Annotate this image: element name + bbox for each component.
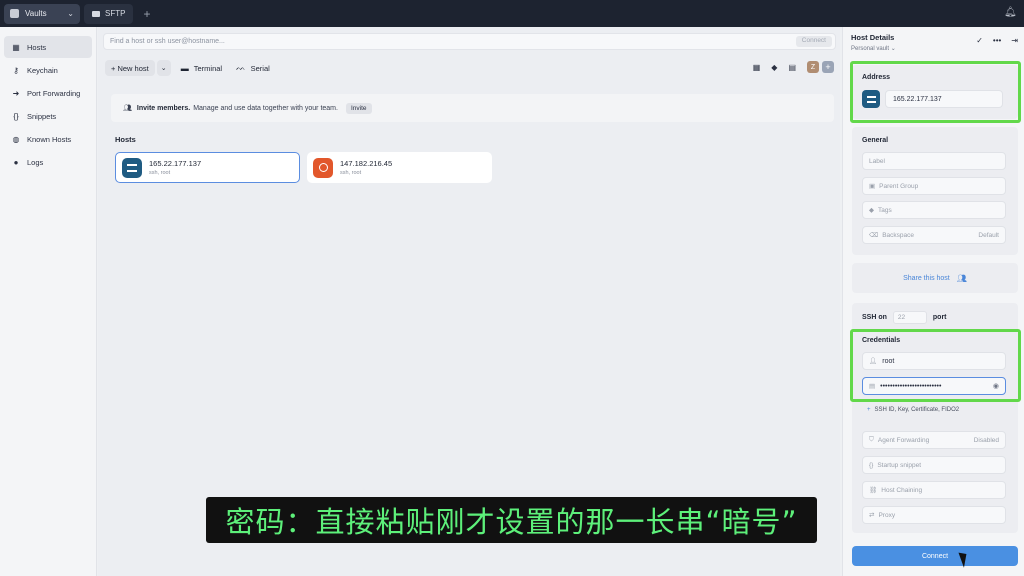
- grid-view-icon[interactable]: ▦: [753, 63, 761, 72]
- sidebar-item-label: Port Forwarding: [27, 88, 81, 98]
- host-details-panel: Host Details Personal vault ⌄ ✓ ••• ⇥ Ad…: [842, 27, 1024, 576]
- port-input[interactable]: 22: [892, 311, 927, 324]
- tab-vaults[interactable]: Vaults ⌄: [4, 3, 80, 24]
- check-icon[interactable]: ✓: [976, 36, 983, 45]
- sidebar-item-label: Logs: [27, 157, 44, 167]
- connect-button[interactable]: Connect: [852, 546, 1018, 566]
- sidebar: ▦ Hosts ⚷ Keychain ➜ Port Forwarding {} …: [0, 27, 97, 576]
- invite-button[interactable]: Invite: [345, 102, 372, 114]
- ssh-id-link[interactable]: + SSH ID, Key, Certificate, FIDO2: [867, 407, 959, 413]
- proxy-icon: ⇄: [869, 512, 875, 519]
- title-bar: Vaults ⌄ SFTP + 🔔︎: [0, 0, 1024, 27]
- shield-icon: ⛉: [869, 436, 874, 443]
- backspace-field[interactable]: ⌫ Backspace Default: [862, 226, 1006, 244]
- grid-icon: ▦: [12, 42, 20, 52]
- host-ip: 165.22.177.137: [149, 159, 202, 168]
- sidebar-item-label: Keychain: [27, 65, 58, 75]
- startup-snippet-field[interactable]: {} Startup snippet: [862, 456, 1006, 474]
- folder-icon: [92, 10, 100, 17]
- main-area: Find a host or ssh user@hostname... Conn…: [98, 27, 840, 576]
- braces-icon: {}: [869, 461, 874, 469]
- braces-icon: {}: [13, 111, 19, 121]
- host-card[interactable]: 147.182.216.45 ssh, root: [307, 152, 492, 183]
- agent-forwarding-field[interactable]: ⛉ Agent Forwarding Disabled: [862, 431, 1006, 449]
- sidebar-item-hosts[interactable]: ▦ Hosts: [4, 36, 92, 58]
- key-icon: ⚷: [13, 65, 19, 75]
- host-subtitle: ssh, root: [149, 170, 171, 176]
- invite-text: Manage and use data together with your t…: [193, 104, 338, 112]
- team-icon: 👥︎: [123, 105, 132, 112]
- proxy-field[interactable]: ⇄ Proxy: [862, 506, 1006, 524]
- panel-title: Host Details: [851, 33, 895, 42]
- invite-title: Invite members.: [136, 104, 191, 112]
- tag-icon[interactable]: ◆: [771, 63, 777, 72]
- vault-selector[interactable]: Personal vault ⌄: [851, 45, 896, 52]
- add-member-icon[interactable]: +: [822, 61, 834, 73]
- highlight-box: [850, 61, 1021, 123]
- globe-icon: ◍: [12, 134, 20, 144]
- sidebar-item-snippets[interactable]: {} Snippets: [4, 105, 92, 127]
- share-users-icon: 👥︎: [956, 273, 967, 283]
- bell-icon[interactable]: 🔔︎: [1004, 7, 1017, 19]
- chain-icon: ⛓: [869, 487, 878, 494]
- sidebar-item-label: Known Hosts: [27, 134, 72, 144]
- more-icon[interactable]: •••: [993, 36, 1001, 45]
- host-ip: 147.182.216.45: [340, 159, 393, 168]
- tab-sftp-label: SFTP: [105, 9, 126, 18]
- sidebar-item-port-forwarding[interactable]: ➜ Port Forwarding: [4, 82, 92, 104]
- terminal-button[interactable]: ▬ Terminal: [181, 64, 222, 73]
- add-tab-button[interactable]: +: [143, 7, 150, 21]
- tab-vaults-label: Vaults: [25, 9, 47, 18]
- host-chaining-field[interactable]: ⛓ Host Chaining: [862, 481, 1006, 499]
- new-host-button[interactable]: + New host: [105, 60, 155, 76]
- terminal-icon: ▬: [180, 63, 189, 73]
- serial-button[interactable]: ᨓ Serial: [236, 63, 270, 73]
- host-card[interactable]: 165.22.177.137 ssh, root: [115, 152, 300, 183]
- clock-icon: ●: [13, 157, 19, 167]
- plus-icon: +: [867, 407, 871, 413]
- tag-icon: ◆: [869, 207, 874, 214]
- ubuntu-icon: [313, 157, 333, 178]
- collapse-panel-icon[interactable]: ⇥: [1011, 36, 1018, 45]
- chevron-down-icon[interactable]: ⌄: [156, 60, 171, 76]
- search-connect-button[interactable]: Connect: [795, 36, 832, 47]
- server-icon: [122, 157, 142, 178]
- ssh-port-row: SSH on 22 port: [862, 311, 947, 324]
- sidebar-item-label: Snippets: [27, 111, 57, 121]
- folder-icon: ▣: [869, 183, 876, 190]
- serial-label: Serial: [250, 63, 270, 73]
- vault-icon: [10, 9, 19, 18]
- sidebar-item-keychain[interactable]: ⚷ Keychain: [4, 59, 92, 81]
- share-host-button[interactable]: Share this host 👥︎: [852, 263, 1018, 293]
- parent-group-field[interactable]: ▣ Parent Group: [862, 177, 1006, 195]
- chevron-down-icon[interactable]: ⌄: [67, 9, 74, 18]
- label-field[interactable]: Label: [862, 152, 1006, 170]
- tags-field[interactable]: ◆ Tags: [862, 201, 1006, 219]
- search-input[interactable]: Find a host or ssh user@hostname... Conn…: [103, 33, 836, 50]
- search-placeholder: Find a host or ssh user@hostname...: [110, 38, 225, 45]
- hosts-heading: Hosts: [115, 135, 136, 144]
- invite-banner: 👥︎ Invite members. Manage and use data t…: [111, 94, 834, 122]
- terminal-label: Terminal: [193, 63, 223, 73]
- toolbar: + New host ⌄ ▬ Terminal ᨓ Serial: [105, 60, 284, 76]
- avatar[interactable]: Z: [807, 61, 819, 73]
- backspace-icon: ⌫: [869, 232, 879, 239]
- toolbar-right: ▦ ◆ ▤ Z +: [753, 61, 834, 73]
- calendar-icon[interactable]: ▤: [788, 63, 796, 72]
- arrow-forward-icon: ➜: [12, 88, 20, 98]
- serial-icon: ᨓ: [236, 63, 246, 72]
- general-label: General: [862, 137, 889, 144]
- sidebar-item-logs[interactable]: ● Logs: [4, 151, 92, 173]
- highlight-box: [850, 329, 1021, 402]
- sidebar-item-known-hosts[interactable]: ◍ Known Hosts: [4, 128, 92, 150]
- host-subtitle: ssh, root: [340, 170, 362, 176]
- sidebar-item-label: Hosts: [27, 42, 47, 52]
- video-subtitle: 密码：直接粘贴刚才设置的那一长串“暗号”: [206, 497, 817, 543]
- tab-sftp[interactable]: SFTP: [84, 3, 134, 24]
